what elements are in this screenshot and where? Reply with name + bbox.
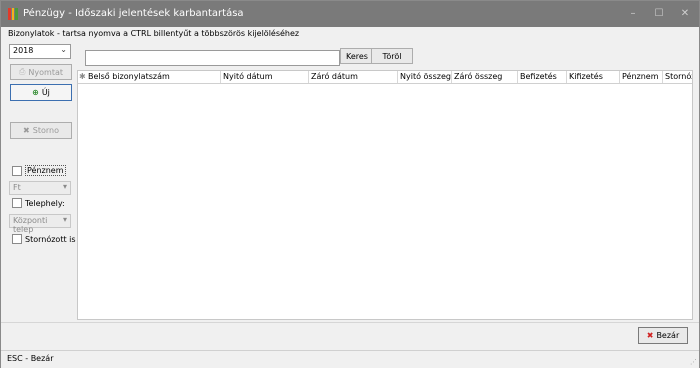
print-label: Nyomtat bbox=[28, 67, 63, 77]
close-icon[interactable]: ✕ bbox=[678, 7, 692, 21]
close-label: Bezár bbox=[656, 331, 680, 340]
print-button[interactable]: ⎙ Nyomtat bbox=[10, 64, 72, 80]
chevron-down-icon: ▾ bbox=[62, 215, 67, 224]
col-header-open-amount[interactable]: Nyitó összeg bbox=[397, 71, 451, 83]
chevron-down-icon: ▾ bbox=[62, 182, 67, 191]
col-header-close-date[interactable]: Záró dátum bbox=[308, 71, 397, 83]
search-input[interactable] bbox=[85, 50, 340, 66]
app-logo-icon bbox=[8, 8, 19, 20]
new-button[interactable]: ⊕ Új bbox=[10, 84, 72, 101]
storno-label: Storno bbox=[32, 126, 59, 135]
window-title: Pénzügy - Időszaki jelentések karbantart… bbox=[23, 8, 244, 19]
currency-checkbox-label: Pénznem bbox=[25, 165, 66, 176]
site-checkbox[interactable] bbox=[12, 198, 22, 208]
col-header-close-amount[interactable]: Záró összeg bbox=[451, 71, 517, 83]
col-header-payment-in[interactable]: Befizetés bbox=[517, 71, 566, 83]
col-header-open-date[interactable]: Nyitó dátum bbox=[220, 71, 308, 83]
col-header-payment-out[interactable]: Kifizetés bbox=[566, 71, 619, 83]
grid-header: ✱ Belső bizonylatszám Nyitó dátum Záró d… bbox=[78, 71, 692, 84]
grid-caption: Bizonylatok - tartsa nyomva a CTRL bille… bbox=[8, 29, 300, 38]
print-icon: ⎙ bbox=[19, 67, 26, 76]
minimize-icon[interactable]: – bbox=[626, 7, 640, 21]
main-window: Pénzügy - Időszaki jelentések karbantart… bbox=[0, 0, 700, 368]
resize-grip-icon[interactable]: ⋰ bbox=[690, 358, 697, 366]
reversed-checkbox-label: Stornózott is bbox=[25, 234, 76, 244]
currency-value: Ft bbox=[13, 183, 21, 192]
search-button[interactable]: Keres bbox=[340, 48, 374, 64]
close-red-icon: ✖ bbox=[646, 331, 654, 340]
close-button[interactable]: ✖ Bezár bbox=[638, 327, 688, 344]
currency-select[interactable]: Ft ▾ bbox=[9, 181, 71, 195]
col-header-internal-number[interactable]: Belső bizonylatszám bbox=[86, 71, 220, 83]
col-header-reversed[interactable]: Stornózo bbox=[662, 71, 692, 83]
documents-grid[interactable]: ✱ Belső bizonylatszám Nyitó dátum Záró d… bbox=[77, 70, 693, 320]
site-checkbox-label: Telephely: bbox=[25, 198, 65, 208]
title-bar[interactable]: Pénzügy - Időszaki jelentések karbantart… bbox=[1, 1, 699, 27]
search-label: Keres bbox=[346, 51, 368, 61]
new-document-icon: ⊕ bbox=[32, 88, 39, 97]
status-text: ESC - Bezár bbox=[7, 354, 54, 363]
storno-button[interactable]: ✖ Storno bbox=[10, 122, 72, 139]
new-label: Új bbox=[41, 88, 50, 97]
clear-label: Töröl bbox=[382, 51, 402, 61]
status-bar: ESC - Bezár ⋰ bbox=[1, 350, 699, 368]
reversed-checkbox-row[interactable]: Stornózott is bbox=[12, 234, 76, 244]
currency-checkbox-row[interactable]: Pénznem bbox=[12, 165, 66, 176]
currency-checkbox[interactable] bbox=[12, 165, 22, 176]
storno-icon: ✖ bbox=[23, 126, 30, 135]
maximize-icon[interactable]: ☐ bbox=[652, 7, 666, 21]
site-select[interactable]: Központi teleр ▾ bbox=[9, 214, 71, 234]
col-header-currency[interactable]: Pénznem bbox=[619, 71, 662, 83]
clear-button[interactable]: Töröl bbox=[371, 48, 413, 64]
chevron-down-icon: ⌄ bbox=[60, 45, 67, 54]
year-value: 2018 bbox=[13, 46, 34, 55]
footer-panel: ✖ Bezár bbox=[1, 322, 699, 350]
new-row-marker-icon: ✱ bbox=[79, 72, 86, 81]
site-checkbox-row[interactable]: Telephely: bbox=[12, 198, 65, 208]
year-select[interactable]: 2018 ⌄ bbox=[9, 44, 71, 59]
reversed-checkbox[interactable] bbox=[12, 234, 22, 244]
site-value: Központi teleр bbox=[13, 216, 48, 234]
